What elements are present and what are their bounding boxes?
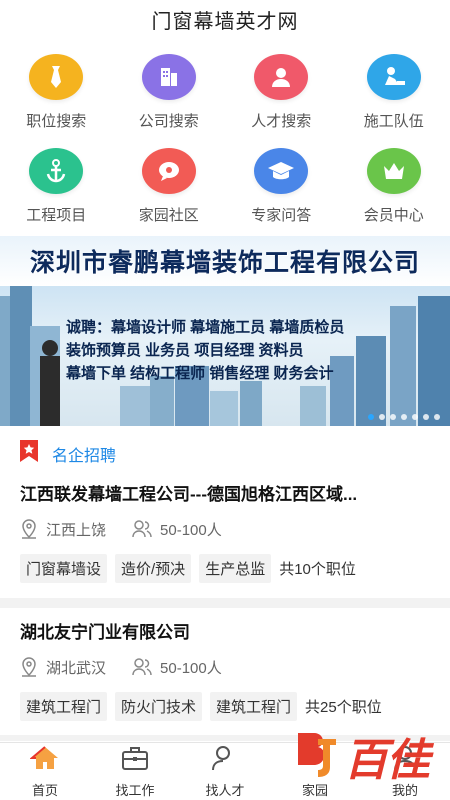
location-pin-icon — [20, 657, 38, 677]
watermark-logo-icon — [294, 729, 340, 784]
tab-label: 找人才 — [205, 782, 245, 798]
chat-icon — [141, 148, 196, 194]
banner-dot[interactable] — [434, 414, 440, 420]
banner-text: 诚聘：幕墙设计师 幕墙施工员 幕墙质检员 装饰预算员 业务员 项目经理 资料员 … — [66, 316, 344, 385]
banner-dot[interactable] — [379, 414, 385, 420]
tab-find-talent[interactable]: 找人才 — [180, 743, 270, 800]
crown-icon — [366, 148, 421, 194]
grid-item-job-search[interactable]: 职位搜索 — [0, 52, 113, 146]
banner-header: 深圳市睿鹏幕墙装饰工程有限公司 — [0, 236, 450, 286]
worker-icon — [366, 54, 421, 100]
banner-line: 诚聘：幕墙设计师 幕墙施工员 幕墙质检员 — [66, 319, 345, 336]
graduation-cap-icon — [254, 148, 309, 194]
grid-item-projects[interactable]: 工程项目 — [0, 146, 113, 240]
grid-label: 施工队伍 — [363, 113, 424, 130]
job-tag[interactable]: 建筑工程门 — [20, 692, 108, 721]
grid-label: 专家问答 — [251, 207, 312, 224]
tab-home[interactable]: 首页 — [0, 743, 90, 800]
app-title: 门窗幕墙英才网 — [151, 11, 299, 33]
banner-dot[interactable] — [423, 414, 429, 420]
star-flag-icon — [20, 440, 38, 467]
location-pin-icon — [20, 519, 38, 539]
banner-pagination[interactable] — [368, 414, 440, 420]
tab-find-job[interactable]: 找工作 — [90, 743, 180, 800]
job-tag[interactable]: 防火门技术 — [115, 692, 203, 721]
banner-dot[interactable] — [412, 414, 418, 420]
company-size: 50-100人 — [160, 521, 222, 539]
grid-item-construction-team[interactable]: 施工队伍 — [338, 52, 450, 146]
people-icon — [132, 520, 152, 538]
watermark-text: 百佳 — [344, 736, 430, 785]
tab-label: 找工作 — [115, 782, 155, 798]
grid-item-member-center[interactable]: 会员中心 — [338, 146, 450, 240]
banner-company: 深圳市睿鹏幕墙装饰工程有限公司 — [29, 249, 420, 277]
tab-label: 首页 — [31, 782, 58, 798]
job-tag[interactable]: 生产总监 — [199, 554, 272, 583]
job-meta: 江西上饶 50-100人 — [20, 514, 430, 544]
company-name[interactable]: 江西联发幕墙工程公司---德国旭格江西区域... — [20, 480, 430, 510]
grid-label: 公司搜索 — [138, 113, 199, 130]
people-icon — [132, 658, 152, 676]
person-icon — [254, 54, 309, 100]
watermark: 百佳 — [294, 724, 430, 788]
banner-line: 幕墙下单 结构工程师 销售经理 财务会计 — [66, 365, 334, 382]
section-header: 名企招聘 — [20, 440, 116, 467]
grid-label: 工程项目 — [26, 207, 87, 224]
job-tags: 建筑工程门 防火门技术 建筑工程门 共25个职位 — [20, 692, 430, 721]
briefcase-icon — [120, 745, 150, 776]
grid-item-talent-search[interactable]: 人才搜索 — [225, 52, 338, 146]
grid-item-expert-qa[interactable]: 专家问答 — [225, 146, 338, 240]
grid-label: 家园社区 — [138, 207, 199, 224]
promo-banner[interactable]: 深圳市睿鹏幕墙装饰工程有限公司 诚聘：幕墙设计师 幕墙施工员 幕墙质检员 装饰预… — [0, 236, 450, 426]
job-card[interactable]: 江西联发幕墙工程公司---德国旭格江西区域... 江西上饶 50-100人 门窗… — [0, 480, 450, 583]
banner-dot[interactable] — [390, 414, 396, 420]
job-tag[interactable]: 造价/预决 — [115, 554, 192, 583]
job-count: 共25个职位 — [305, 699, 382, 716]
feature-grid: 职位搜索 公司搜索 人才搜索 施工队伍 工程项目 家园社区 专家问答 会员中心 — [0, 44, 450, 240]
section-title: 名企招聘 — [52, 447, 117, 465]
company-size: 50-100人 — [160, 659, 222, 677]
person-search-icon — [210, 745, 240, 776]
grid-label: 人才搜索 — [251, 113, 312, 130]
grid-label: 会员中心 — [363, 207, 424, 224]
company-location: 江西上饶 — [46, 521, 107, 539]
banner-dot[interactable] — [401, 414, 407, 420]
job-tag[interactable]: 门窗幕墙设 — [20, 554, 108, 583]
tie-icon — [29, 54, 84, 100]
company-name[interactable]: 湖北友宁门业有限公司 — [20, 618, 430, 648]
home-icon — [29, 745, 60, 776]
grid-label: 职位搜索 — [26, 113, 87, 130]
banner-dot[interactable] — [368, 414, 374, 420]
job-tag[interactable]: 建筑工程门 — [210, 692, 298, 721]
company-location: 湖北武汉 — [46, 659, 107, 677]
grid-item-community[interactable]: 家园社区 — [113, 146, 226, 240]
job-meta: 湖北武汉 50-100人 — [20, 652, 430, 682]
grid-item-company-search[interactable]: 公司搜索 — [113, 52, 226, 146]
job-card[interactable]: 湖北友宁门业有限公司 湖北武汉 50-100人 建筑工程门 防火门技术 建筑工程… — [0, 618, 450, 721]
job-count: 共10个职位 — [279, 561, 356, 578]
job-tags: 门窗幕墙设 造价/预决 生产总监 共10个职位 — [20, 554, 430, 583]
banner-line: 装饰预算员 业务员 项目经理 资料员 — [66, 342, 304, 359]
building-icon — [141, 54, 196, 100]
anchor-icon — [29, 148, 84, 194]
divider — [0, 598, 450, 608]
